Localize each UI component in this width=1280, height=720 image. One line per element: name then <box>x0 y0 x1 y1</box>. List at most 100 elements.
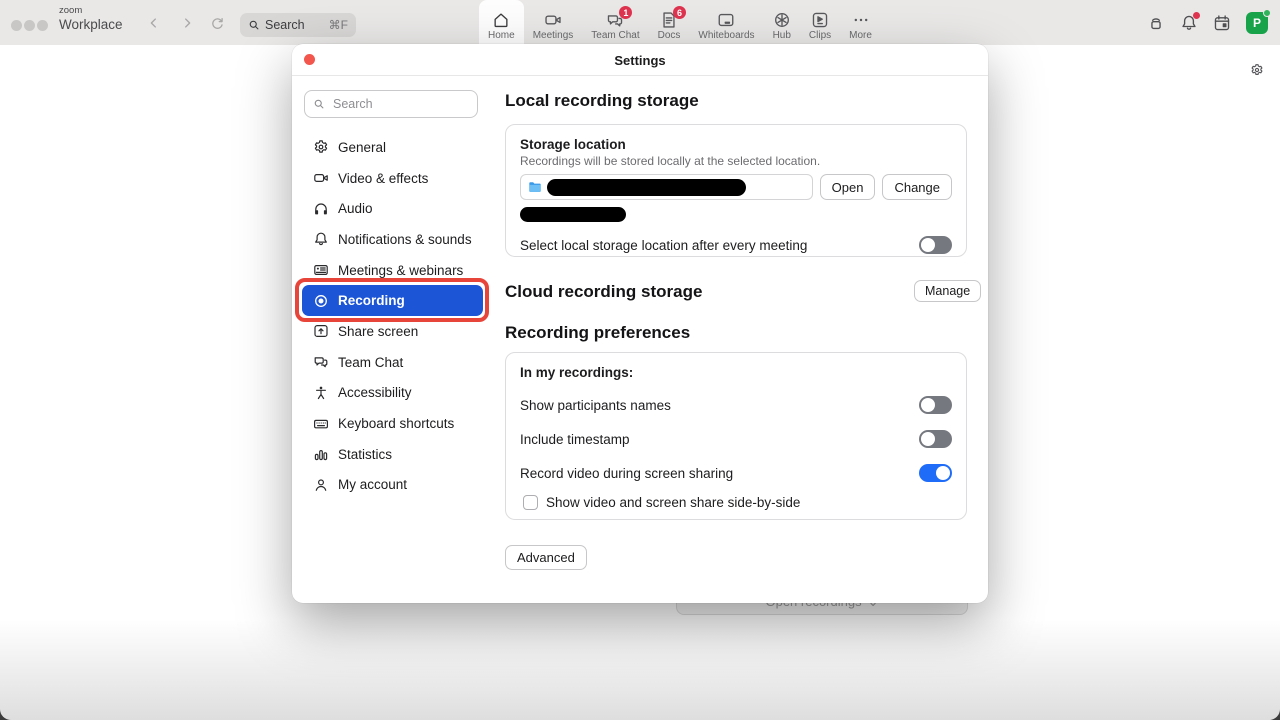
redacted-storage-detail <box>520 207 626 222</box>
app-logo: zoom Workplace <box>59 6 123 31</box>
profile-avatar[interactable]: P <box>1246 12 1268 34</box>
sidebar-item-notifications[interactable]: Notifications & sounds <box>302 224 483 255</box>
tab-label: Clips <box>809 30 831 41</box>
gear-icon <box>313 139 329 155</box>
tab-clips[interactable]: Clips <box>800 0 840 45</box>
manage-button[interactable]: Manage <box>914 280 981 302</box>
notification-dot <box>1193 12 1200 19</box>
settings-search-field[interactable] <box>304 90 478 118</box>
hub-icon <box>773 11 791 29</box>
storage-location-subtitle: Recordings will be stored locally at the… <box>520 154 952 168</box>
settings-dialog: Settings General Video & effects <box>292 44 988 603</box>
storage-path-field <box>520 174 813 200</box>
select-location-toggle[interactable] <box>919 236 952 254</box>
logo-workplace-text: Workplace <box>59 18 123 32</box>
settings-search-input[interactable] <box>331 96 469 112</box>
calendar-icon[interactable] <box>1213 14 1231 32</box>
meeting-screen-icon <box>313 262 329 278</box>
docs-icon: 6 <box>660 11 678 29</box>
local-recording-heading: Local recording storage <box>505 91 699 111</box>
open-button[interactable]: Open <box>820 174 876 200</box>
advanced-button[interactable]: Advanced <box>505 545 587 570</box>
sidebar-item-label: Team Chat <box>338 355 403 370</box>
tab-label: Whiteboards <box>698 30 754 41</box>
pref-row-participants-names: Show participants names <box>520 396 952 414</box>
presence-dot <box>1263 9 1271 17</box>
sidebar-item-meetings-webinars[interactable]: Meetings & webinars <box>302 255 483 286</box>
tab-home[interactable]: Home <box>479 0 524 45</box>
search-icon <box>248 19 260 31</box>
tab-team-chat[interactable]: 1 Team Chat <box>582 0 648 45</box>
home-icon <box>492 11 510 29</box>
tab-hub[interactable]: Hub <box>764 0 800 45</box>
sidebar-item-accessibility[interactable]: Accessibility <box>302 378 483 409</box>
accessibility-icon <box>313 385 329 401</box>
global-search-input[interactable]: Search ⌘F <box>240 13 356 37</box>
forward-icon[interactable] <box>178 14 196 32</box>
redacted-storage-path <box>547 179 746 196</box>
record-icon <box>313 293 329 309</box>
avatar-initial: P <box>1253 16 1261 30</box>
bottom-shadow-gradient <box>0 620 1280 720</box>
sidebar-item-label: Statistics <box>338 447 392 462</box>
include-timestamp-toggle[interactable] <box>919 430 952 448</box>
sidebar-item-general[interactable]: General <box>302 132 483 163</box>
workspaces-icon[interactable] <box>1147 14 1165 32</box>
side-by-side-label: Show video and screen share side-by-side <box>546 495 800 510</box>
sidebar-item-video-effects[interactable]: Video & effects <box>302 163 483 194</box>
headphones-icon <box>313 201 329 217</box>
settings-gear-icon[interactable] <box>1250 63 1264 77</box>
notifications-bell-icon[interactable] <box>1180 14 1198 32</box>
sidebar-item-label: General <box>338 140 386 155</box>
history-icon[interactable] <box>208 14 226 32</box>
storage-location-title: Storage location <box>520 137 952 152</box>
pref-label: Show participants names <box>520 398 671 413</box>
settings-dialog-header: Settings <box>292 44 988 76</box>
record-video-sharing-toggle[interactable] <box>919 464 952 482</box>
video-camera-icon <box>313 170 329 186</box>
tab-label: More <box>849 30 872 41</box>
sidebar-item-statistics[interactable]: Statistics <box>302 439 483 470</box>
chat-bubbles-icon <box>313 354 329 370</box>
screen: zoom Workplace Search ⌘F <box>0 0 1280 720</box>
sidebar-item-recording[interactable]: Recording <box>302 285 483 316</box>
sidebar-item-label: My account <box>338 477 407 492</box>
tab-whiteboards[interactable]: Whiteboards <box>689 0 763 45</box>
bell-icon <box>313 231 329 247</box>
team-chat-icon: 1 <box>606 11 624 29</box>
cloud-recording-heading: Cloud recording storage <box>505 282 702 302</box>
window-minimize-button[interactable] <box>24 20 35 31</box>
window-close-button[interactable] <box>11 20 22 31</box>
dialog-title: Settings <box>292 44 988 76</box>
share-screen-icon <box>313 323 329 339</box>
side-by-side-checkbox[interactable] <box>523 495 538 510</box>
sidebar-item-keyboard-shortcuts[interactable]: Keyboard shortcuts <box>302 408 483 439</box>
tab-label: Docs <box>658 30 681 41</box>
search-shortcut: ⌘F <box>329 18 348 32</box>
window-zoom-button[interactable] <box>37 20 48 31</box>
sidebar-item-my-account[interactable]: My account <box>302 470 483 501</box>
tab-label: Meetings <box>533 30 574 41</box>
tab-more[interactable]: More <box>840 0 881 45</box>
change-button[interactable]: Change <box>882 174 952 200</box>
statistics-icon <box>313 446 329 462</box>
tab-docs[interactable]: 6 Docs <box>649 0 690 45</box>
sidebar-item-audio[interactable]: Audio <box>302 193 483 224</box>
tab-label: Home <box>488 30 515 41</box>
titlebar-right-cluster: P <box>1147 0 1268 45</box>
person-icon <box>313 477 329 493</box>
sidebar-item-label: Accessibility <box>338 385 412 400</box>
sidebar-item-label: Audio <box>338 201 373 216</box>
keyboard-icon <box>313 416 329 432</box>
tab-label: Hub <box>773 30 791 41</box>
sidebar-item-team-chat[interactable]: Team Chat <box>302 347 483 378</box>
storage-location-card: Storage location Recordings will be stor… <box>505 124 967 257</box>
back-icon[interactable] <box>145 14 163 32</box>
sidebar-item-share-screen[interactable]: Share screen <box>302 316 483 347</box>
participants-names-toggle[interactable] <box>919 396 952 414</box>
tab-meetings[interactable]: Meetings <box>524 0 583 45</box>
tab-label: Team Chat <box>591 30 639 41</box>
main-nav-tabs: Home Meetings 1 Team Chat <box>479 0 881 45</box>
title-bar: zoom Workplace Search ⌘F <box>0 0 1280 45</box>
search-label: Search <box>265 18 324 32</box>
